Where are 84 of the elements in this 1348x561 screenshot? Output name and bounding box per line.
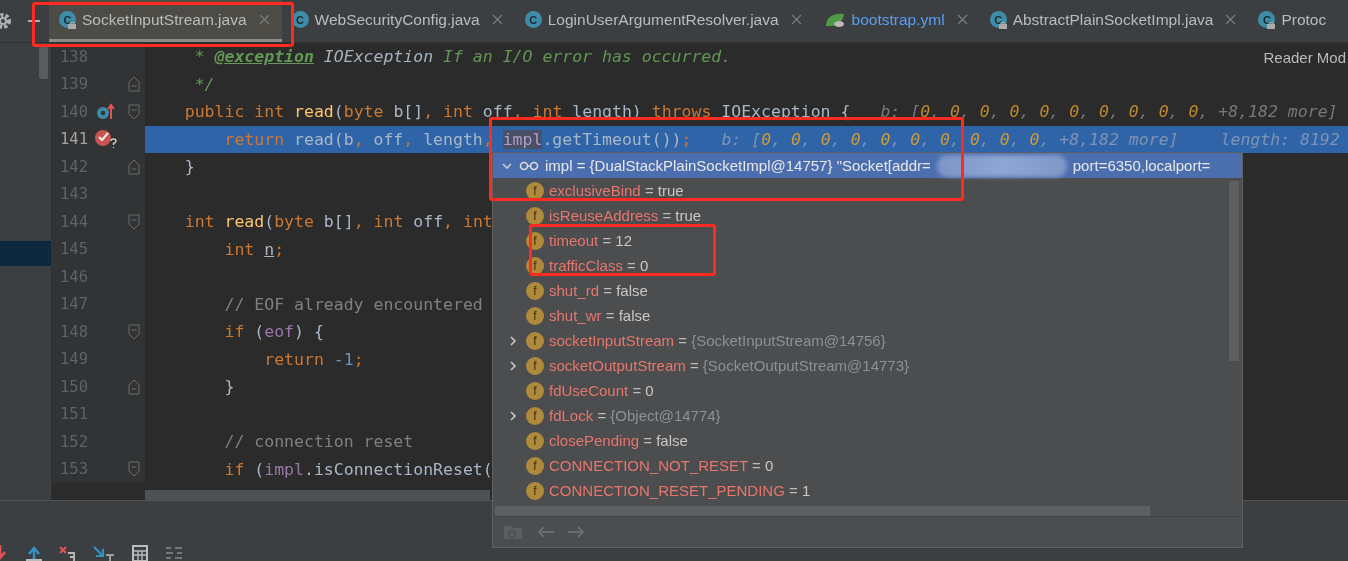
leaf-icon — [823, 11, 846, 28]
field-value[interactable]: socketOutputStream = {SocketOutputStream@14773} — [549, 357, 910, 374]
field-value[interactable]: shut_wr = false — [549, 307, 651, 324]
field-value[interactable]: socketInputStream = {SocketInputStream@14756} — [549, 332, 886, 349]
file-tab[interactable]: bootstrap.yml — [813, 0, 980, 42]
file-tab[interactable]: C AbstractPlainSocketImpl.java — [979, 0, 1249, 42]
field-value[interactable]: CONNECTION_RESET_PENDING = 1 — [549, 482, 811, 499]
field-icon: f — [526, 381, 544, 400]
field-value[interactable]: CONNECTION_NOT_RESET = 0 — [549, 457, 774, 474]
fold-icon[interactable] — [128, 323, 140, 340]
list-icon[interactable] — [164, 545, 184, 561]
field-value[interactable]: isReuseAddress = true — [549, 207, 702, 224]
field-value[interactable]: closePending = false — [549, 432, 688, 449]
file-tab[interactable]: C WebSecurityConfig.java — [281, 0, 515, 42]
code-line: return read(b, off, length, impl.getTimeout()); — [223, 129, 692, 149]
field-icon: f — [526, 206, 544, 225]
scrollbar[interactable] — [39, 47, 48, 79]
variable-label: impl = {DualStackPlainSocketImpl@14757} "Socket[addr= — [545, 157, 931, 174]
variable-label: port=6350,localport= — [1072, 157, 1211, 174]
close-icon[interactable] — [1225, 14, 1237, 25]
chevron-icon[interactable] — [507, 359, 519, 372]
line-number: 141 — [59, 130, 88, 149]
code-line: // EOF already encountered — [223, 294, 483, 314]
field-icon: f — [526, 356, 544, 375]
back-arrow-icon[interactable] — [537, 525, 555, 539]
forward-arrow-icon[interactable] — [567, 525, 585, 539]
close-icon[interactable] — [491, 14, 503, 25]
field-icon: f — [526, 331, 544, 350]
fold-icon[interactable] — [128, 76, 140, 93]
field-value[interactable]: shut_rd = false — [549, 282, 648, 299]
minimize-icon[interactable] — [28, 19, 40, 23]
field-icon: f — [526, 431, 544, 450]
field-icon: f — [526, 456, 544, 475]
close-icon[interactable] — [258, 14, 270, 25]
fold-icon[interactable] — [128, 461, 140, 478]
field-icon: f — [526, 306, 544, 325]
fold-icon[interactable] — [128, 213, 140, 230]
chevron-icon[interactable] — [507, 409, 519, 422]
class-icon: C — [1258, 11, 1276, 28]
close-icon[interactable] — [956, 14, 968, 25]
code-line: return -1; — [263, 349, 364, 369]
code-line: // connection reset — [223, 432, 414, 452]
fold-icon[interactable] — [128, 378, 140, 395]
fold-icon[interactable] — [128, 158, 140, 175]
field-value[interactable]: timeout = 12 — [549, 232, 632, 249]
inline-value-hint: b: [0, 0, 0, 0, 0, 0, 0, 0, 0, 0, +8,182 more] — [721, 129, 1179, 149]
file-tab[interactable]: C SocketInputStream.java — [49, 0, 282, 42]
scrollbar[interactable] — [145, 490, 490, 500]
step-out-icon[interactable] — [58, 545, 78, 561]
field-icon: f — [526, 281, 544, 300]
breakpoint-icon[interactable] — [93, 129, 118, 150]
code-line: int read(byte b[], int off, int — [183, 212, 493, 232]
field-value[interactable]: trafficClass = 0 — [549, 257, 649, 274]
code-line: */ — [193, 74, 215, 94]
code-line: } — [223, 377, 235, 397]
field-value[interactable]: exclusiveBind = true — [549, 182, 684, 199]
class-icon: C — [59, 11, 76, 28]
class-icon: C — [524, 11, 542, 28]
tree-row-selected[interactable]: impl = {DualStackPlainSocketImpl@14757} "Socket[addr= port=6350,localport= — [493, 153, 1242, 178]
field-icon: f — [526, 181, 544, 200]
scrollbar[interactable] — [495, 506, 1150, 516]
file-tab[interactable]: C LoginUserArgumentResolver.java — [514, 0, 814, 42]
field-icon: f — [526, 481, 544, 500]
field-value[interactable]: fdLock = {Object@14774} — [549, 407, 721, 424]
arrow-up-icon[interactable] — [24, 545, 44, 561]
fold-icon[interactable] — [128, 103, 140, 120]
inline-value-hint: length: 8192 — [1220, 129, 1340, 149]
field-icon: f — [526, 406, 544, 425]
cursor-arrow-icon[interactable] — [92, 545, 116, 561]
class-icon: C — [989, 11, 1007, 28]
reader-mode-link[interactable]: Reader Mod — [1263, 49, 1346, 66]
close-icon[interactable] — [790, 14, 802, 25]
glasses-icon — [519, 160, 539, 171]
code-line: } — [183, 157, 195, 177]
code-line: if (eof) { — [223, 322, 324, 342]
field-value[interactable]: fdUseCount = 0 — [549, 382, 654, 399]
chevron-icon[interactable] — [507, 334, 519, 347]
selected-item-bar — [0, 241, 51, 266]
code-line: int n; — [223, 239, 285, 259]
code-line: if (impl.isConnectionReset( — [223, 459, 493, 479]
file-tab[interactable]: C Protoc — [1248, 0, 1339, 42]
code-line: * @exception IOException If an I/O error has occurred. — [193, 47, 732, 67]
override-icon[interactable] — [95, 102, 116, 121]
calculator-icon[interactable] — [130, 545, 150, 561]
